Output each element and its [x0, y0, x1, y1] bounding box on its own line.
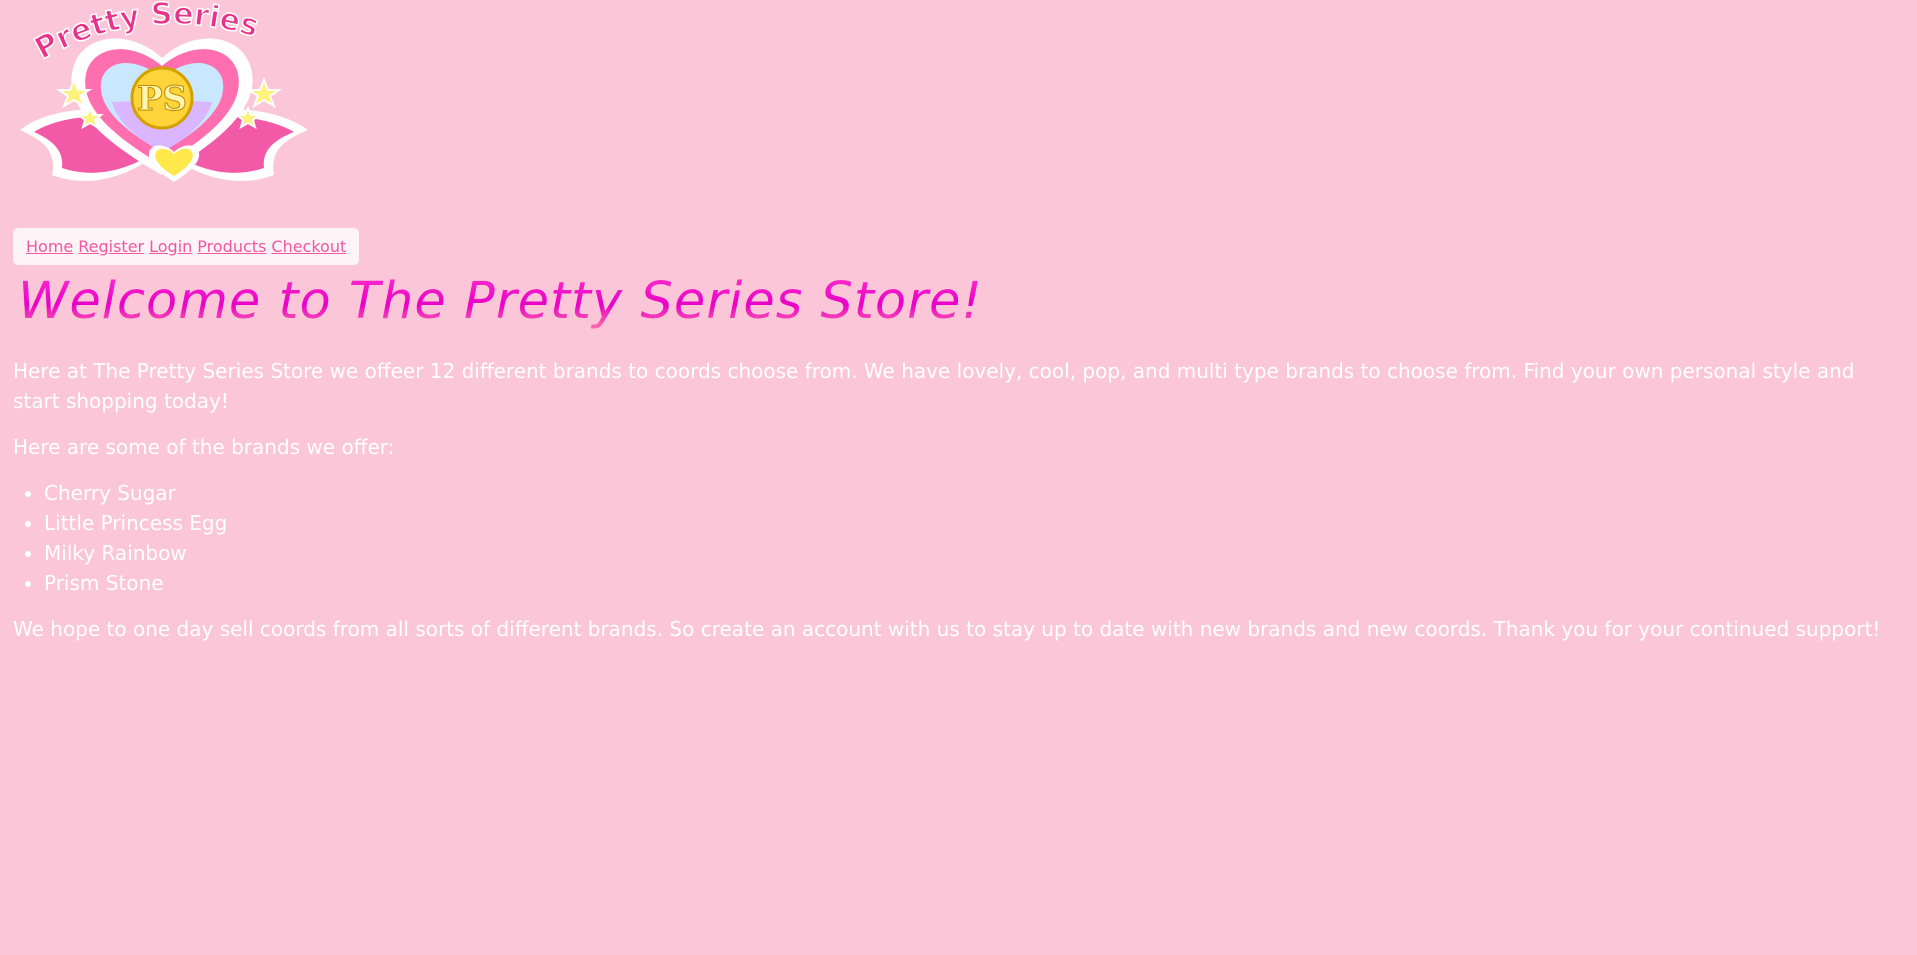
- intro-paragraph: Here at The Pretty Series Store we offee…: [13, 359, 1855, 413]
- list-item: Cherry Sugar: [44, 478, 1903, 508]
- logo-monogram: PS: [137, 79, 187, 119]
- list-item: Milky Rainbow: [44, 538, 1903, 568]
- list-item: Little Princess Egg: [44, 508, 1903, 538]
- nav-checkout-link[interactable]: Checkout: [271, 237, 346, 256]
- nav-products-link[interactable]: Products: [197, 237, 266, 256]
- main-content: Here at The Pretty Series Store we offee…: [13, 356, 1903, 660]
- nav-login-link[interactable]: Login: [149, 237, 192, 256]
- nav-home-link[interactable]: Home: [26, 237, 73, 256]
- closing-paragraph: We hope to one day sell coords from all …: [13, 617, 1881, 641]
- page-title: Welcome to The Pretty Series Store!: [18, 272, 983, 331]
- logo-image: PS Pretty Series: [20, 0, 308, 182]
- main-nav: Home Register Login Products Checkout: [13, 228, 360, 265]
- nav-register-link[interactable]: Register: [78, 237, 144, 256]
- pretty-series-logo: PS Pretty Series: [12, 0, 314, 200]
- brands-heading: Here are some of the brands we offer:: [13, 435, 395, 459]
- list-item: Prism Stone: [44, 568, 1903, 598]
- brands-list: Cherry Sugar Little Princess Egg Milky R…: [13, 478, 1903, 598]
